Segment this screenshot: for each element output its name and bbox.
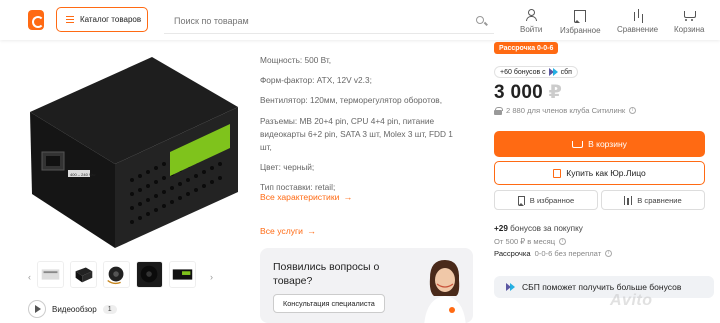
nav-cart-label: Корзина: [674, 25, 705, 34]
add-to-cart-button[interactable]: В корзину: [494, 131, 705, 157]
installment-plan-line: Рассрочка 0-0-6 без переплат i: [494, 249, 613, 258]
search-icon[interactable]: [476, 16, 484, 24]
nav-login[interactable]: Войти: [520, 9, 542, 34]
nav-cart[interactable]: Корзина: [674, 9, 704, 34]
short-specs: Мощность: 500 Вт, Форм-фактор: ATX, 12V …: [260, 54, 460, 202]
bookmark-icon: [574, 10, 587, 23]
questions-title: Появились вопросы о товаре?: [273, 261, 380, 287]
search-bar: [164, 8, 494, 34]
spec-connectors: Разъемы: MB 20+4 pin, CPU 4+4 pin, питан…: [260, 115, 453, 153]
purchase-bonus-label: бонусов за покупку: [510, 224, 583, 233]
info-icon[interactable]: i: [605, 250, 613, 257]
add-to-favorites-label: В избранное: [529, 195, 575, 205]
cart-icon: [572, 141, 583, 148]
buy-as-legal-entity-label: Купить как Юр.Лицо: [566, 168, 646, 178]
nav-compare[interactable]: Сравнение: [617, 9, 658, 34]
consultation-button[interactable]: Консультация специалиста: [273, 294, 385, 313]
installment-line: От 500 ₽ в месяц i: [494, 237, 567, 246]
price-value: 3 000: [494, 82, 544, 103]
spec-form-factor: Форм-фактор: ATX, 12V v2.3;: [260, 75, 372, 86]
add-to-compare-label: В сравнение: [637, 195, 682, 205]
all-specs-link[interactable]: Все характеристики →: [260, 192, 352, 202]
search-input[interactable]: [174, 15, 464, 26]
psu-voltage-label: 400 – 240 Vac: [70, 172, 96, 177]
nav-favorites[interactable]: Избранное: [560, 9, 601, 35]
all-services-link[interactable]: Все услуги →: [260, 226, 316, 236]
thumbnail[interactable]: [103, 261, 130, 288]
questions-card: Появились вопросы о товаре? Консультация…: [260, 248, 473, 323]
add-to-favorites-button[interactable]: В избранное: [494, 190, 598, 210]
spec-fan: Вентилятор: 120мм, терморегулятор оборот…: [260, 95, 443, 106]
thumbnail[interactable]: [136, 261, 163, 288]
purchase-bonus-line: +29 бонусов за покупку: [494, 224, 583, 233]
buy-as-legal-entity-button[interactable]: Купить как Юр.Лицо: [494, 161, 705, 185]
sbp-banner-label: СБП поможет получить больше бонусов: [522, 282, 682, 292]
club-price-label: 2 880 для членов клуба Ситилинк: [506, 106, 626, 115]
video-review-label: Видеообзор: [52, 304, 97, 314]
installment-plan-prefix: Рассрочка: [494, 249, 531, 258]
cart-icon: [683, 9, 697, 21]
arrow-right-icon: →: [306, 226, 316, 236]
sbp-logo-icon: [506, 282, 515, 292]
sbp-logo-icon: [548, 67, 558, 77]
price-currency: ₽: [548, 82, 563, 103]
lock-icon: [494, 106, 503, 115]
video-count-badge: 1: [102, 304, 117, 314]
video-review-link[interactable]: Видеообзор 1: [28, 300, 117, 318]
bookmark-icon: [517, 195, 525, 206]
compare-icon: [624, 195, 633, 205]
purchase-bonus-value: +29: [494, 224, 508, 233]
all-specs-label: Все характеристики: [260, 192, 340, 202]
spec-power: Мощность: 500 Вт,: [260, 55, 332, 65]
product-image[interactable]: 400 – 240 Vac: [20, 52, 245, 250]
add-to-compare-button[interactable]: В сравнение: [601, 190, 705, 210]
thumb-prev-arrow[interactable]: ‹: [28, 272, 31, 282]
user-icon: [525, 9, 538, 21]
sbp-bonus-label: +60 бонусов с: [500, 68, 546, 76]
spec-color: Цвет: черный;: [260, 162, 315, 173]
info-icon[interactable]: i: [559, 238, 567, 245]
play-icon: [28, 300, 46, 318]
avito-watermark: Avito: [610, 292, 653, 309]
menu-icon: [66, 16, 74, 23]
club-price-line: 2 880 для членов клуба Ситилинк i: [494, 106, 637, 115]
thumbnail[interactable]: [169, 261, 196, 288]
installment-plan-label: 0-0-6 без переплат: [534, 249, 602, 258]
compare-icon: [632, 9, 644, 21]
thumbnail-strip: [37, 261, 196, 288]
catalog-button[interactable]: Каталог товаров: [56, 7, 148, 32]
nav-favorites-label: Избранное: [560, 26, 601, 35]
thumbnail[interactable]: [37, 261, 64, 288]
sbp-bonus-badge: +60 бонусов с сбп: [494, 66, 578, 78]
nav-compare-label: Сравнение: [617, 25, 659, 34]
all-services-label: Все услуги: [260, 226, 303, 236]
add-to-cart-label: В корзину: [588, 139, 627, 149]
sbp-bonus-banner[interactable]: СБП поможет получить больше бонусов: [494, 276, 714, 298]
bag-icon: [553, 168, 562, 178]
thumb-next-arrow[interactable]: ›: [210, 272, 213, 282]
consultant-illustration: [424, 260, 466, 323]
citilink-logo-icon[interactable]: [28, 10, 44, 30]
product-price: 3 000 ₽: [494, 81, 562, 104]
installment-promo-badge[interactable]: Рассрочка 0-0-6: [494, 42, 559, 54]
thumbnail[interactable]: [70, 261, 97, 288]
sbp-logo-label: сбп: [560, 68, 572, 76]
info-icon[interactable]: i: [629, 107, 637, 114]
catalog-label: Каталог товаров: [80, 15, 142, 24]
arrow-right-icon: →: [343, 192, 353, 202]
installment-label: От 500 ₽ в месяц: [494, 237, 556, 246]
nav-login-label: Войти: [520, 25, 543, 34]
site-header: Каталог товаров Войти Избранное Сравнени…: [0, 0, 720, 40]
